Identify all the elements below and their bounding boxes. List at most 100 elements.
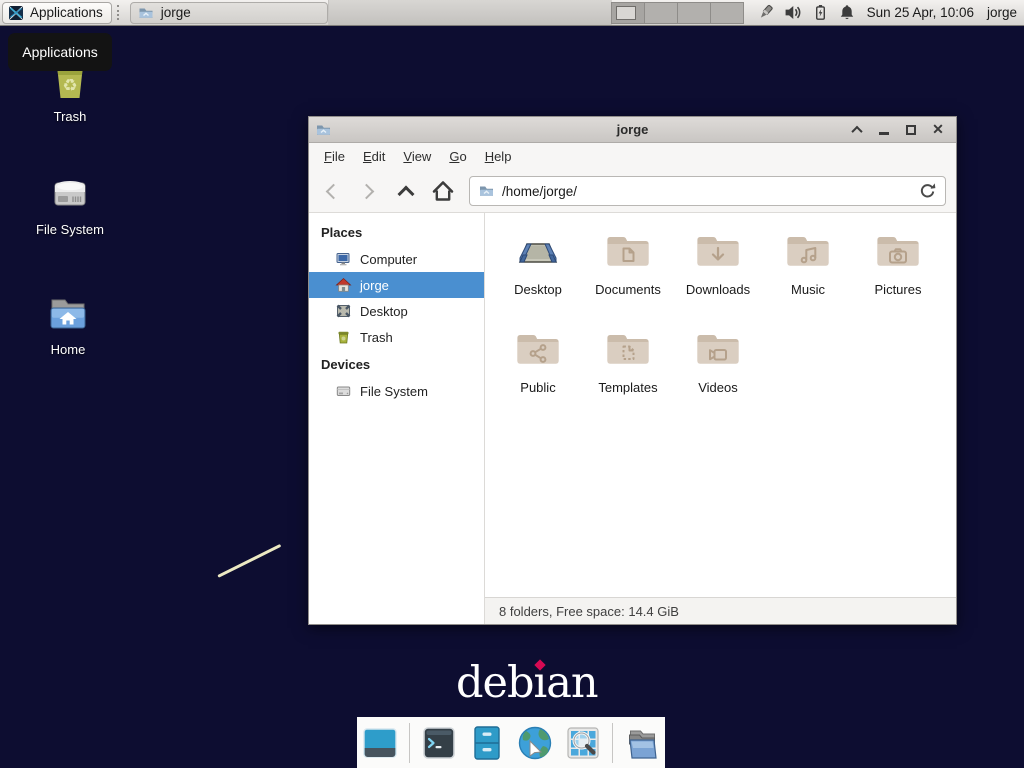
file-item-pictures[interactable]: Pictures [853,227,943,325]
applications-menu-button[interactable]: Applications [2,2,112,24]
workspace-1[interactable] [611,2,645,24]
workspace-4[interactable] [710,2,744,24]
desktop-icon-label: Home [51,342,86,357]
taskbar-window-button[interactable]: jorge [130,2,328,24]
taskbar-window-label: jorge [161,5,191,20]
application-finder-button[interactable] [564,724,602,762]
terminal-icon [420,724,458,762]
sidebar-item-desktop[interactable]: Desktop [309,298,484,324]
show-desktop-button[interactable] [361,724,399,762]
toolbar: /home/jorge/ [309,170,956,213]
stylus-icon[interactable] [756,3,775,22]
sidebar-item-computer[interactable]: Computer [309,246,484,272]
file-item-music[interactable]: Music [763,227,853,325]
desktop-icon [514,227,562,275]
status-text: 8 folders, Free space: 14.4 GiB [499,604,679,619]
file-item-desktop[interactable]: Desktop [493,227,583,325]
panel-handle[interactable] [117,5,123,20]
dock-separator [409,723,410,763]
folder-icon [138,5,154,21]
file-item-videos[interactable]: Videos [673,325,763,423]
applications-tooltip: Applications [8,33,112,71]
maximize-button[interactable] [904,123,918,137]
file-item-label: Templates [598,380,657,395]
reload-button[interactable] [918,182,937,201]
home-folder-icon [44,290,92,338]
bottom-dock [357,717,665,768]
notifications-bell-icon[interactable] [838,3,856,22]
battery-icon[interactable] [812,3,829,22]
window-controls: ✕ [850,123,956,137]
location-input[interactable]: /home/jorge/ [502,184,918,199]
sidebar-item-trash[interactable]: Trash [309,324,484,350]
file-manager-button[interactable] [468,724,506,762]
forward-button[interactable] [350,174,387,208]
sidebar-item-file-system[interactable]: File System [309,378,484,404]
forward-icon [359,183,375,199]
menu-edit[interactable]: Edit [354,144,394,169]
sidebar-item-label: Trash [360,330,393,345]
panel-username[interactable]: jorge [987,5,1017,20]
window-body: Places Computer jorge [309,213,956,624]
hard-drive-icon [46,170,94,218]
downloads-folder-icon [694,227,742,275]
menubar: File Edit View Go Help [309,143,956,170]
dock-separator [612,723,613,763]
folder-icon [478,183,495,199]
file-item-templates[interactable]: Templates [583,325,673,423]
window-titlebar[interactable]: jorge ✕ [309,117,956,143]
menu-view[interactable]: View [394,144,440,169]
directory-menu-button[interactable] [623,724,661,762]
user-home-icon [335,277,352,293]
minimize-button[interactable] [877,123,891,137]
terminal-button[interactable] [420,724,458,762]
workspace-3[interactable] [677,2,711,24]
sidebar-item-label: Computer [360,252,417,267]
file-cabinet-icon [468,724,506,762]
trash-icon [335,329,352,345]
volume-icon[interactable] [784,3,803,22]
pointer-line [217,544,281,578]
sidebar: Places Computer jorge [309,213,485,624]
hard-drive-icon [335,383,352,399]
file-item-label: Pictures [875,282,922,297]
up-button[interactable] [387,174,424,208]
debian-wordmark: debıan [456,658,598,708]
location-bar[interactable]: /home/jorge/ [469,176,946,206]
sidebar-section-places: Places [309,218,484,246]
documents-folder-icon [604,227,652,275]
file-item-label: Desktop [514,282,562,297]
menu-go[interactable]: Go [440,144,475,169]
workspace-2[interactable] [644,2,678,24]
up-icon [397,185,414,202]
applications-menu-label: Applications [30,5,103,20]
tooltip-text: Applications [22,44,98,60]
file-item-label: Documents [595,282,661,297]
web-browser-button[interactable] [516,724,554,762]
menu-help[interactable]: Help [476,144,521,169]
file-item-public[interactable]: Public [493,325,583,423]
status-bar: 8 folders, Free space: 14.4 GiB [485,597,956,624]
public-folder-icon [514,325,562,373]
file-item-documents[interactable]: Documents [583,227,673,325]
file-item-downloads[interactable]: Downloads [673,227,763,325]
close-button[interactable]: ✕ [931,123,945,137]
computer-icon [335,251,352,267]
music-folder-icon [784,227,832,275]
sidebar-item-label: jorge [360,278,389,293]
directory-folder-icon [623,724,661,762]
icon-grid: Desktop Documents [485,213,956,597]
desktop-icon-file-system[interactable]: File System [22,170,118,237]
file-item-label: Public [520,380,555,395]
back-button[interactable] [313,174,350,208]
file-item-label: Downloads [686,282,750,297]
back-icon [326,183,342,199]
desktop-icon [335,303,352,319]
desktop-icon-home[interactable]: Home [20,290,116,357]
file-manager-window: jorge ✕ File Edit View Go Help [308,116,957,625]
shade-button[interactable] [850,123,864,137]
home-button[interactable] [424,174,461,208]
panel-clock[interactable]: Sun 25 Apr, 10:06 [867,5,974,20]
sidebar-item-jorge[interactable]: jorge [309,272,484,298]
menu-file[interactable]: File [315,144,354,169]
